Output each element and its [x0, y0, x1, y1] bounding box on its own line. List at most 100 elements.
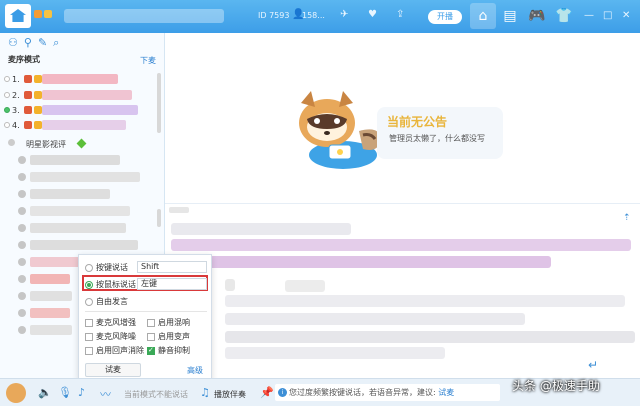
announcement-subtitle: 管理员太懒了，什么都没写: [389, 134, 485, 143]
radio-key-talk[interactable]: [85, 263, 93, 272]
go-live-button[interactable]: 开播: [428, 10, 462, 24]
announcement-title: 当前无公告: [387, 115, 448, 129]
chat-line-blurred: [225, 347, 445, 359]
music-note-icon[interactable]: ♪: [78, 386, 85, 399]
member-heart-icon: [18, 173, 26, 181]
member-heart-icon: [18, 224, 26, 232]
list-nav-icon[interactable]: ▤: [497, 3, 523, 29]
share-icon[interactable]: ⇪: [396, 9, 404, 20]
rank-badge-icon: [24, 121, 32, 129]
status-dot: [4, 92, 10, 98]
check-mic-denoise[interactable]: 麦克风降噪: [85, 331, 136, 342]
member-scrollbar[interactable]: [157, 209, 161, 227]
checkbox[interactable]: [85, 332, 93, 341]
pin-icon: 📌: [260, 386, 274, 399]
rank-badge-icon: [24, 91, 32, 99]
radio-mouse-talk[interactable]: [85, 280, 93, 289]
member-row-blurred[interactable]: [30, 189, 110, 199]
plane-icon[interactable]: ✈: [340, 9, 348, 20]
popup-divider: [85, 311, 207, 312]
advanced-link[interactable]: 高级: [187, 365, 203, 376]
option-key-talk[interactable]: 按键说话: [85, 262, 128, 273]
key-talk-field[interactable]: Shift: [137, 261, 207, 273]
radio-free-talk[interactable]: [85, 297, 93, 306]
checkbox-label: 麦克风降噪: [96, 332, 136, 341]
member-row-blurred[interactable]: [30, 325, 72, 335]
queue-scrollbar[interactable]: [157, 73, 161, 133]
edit-icon[interactable]: ✎: [38, 36, 47, 50]
check-mute-suppress[interactable]: 静音抑制: [147, 345, 190, 356]
leave-mic-link[interactable]: 下麦: [140, 55, 156, 66]
crown-icon: [34, 91, 42, 99]
checkbox[interactable]: [147, 332, 155, 341]
send-icon[interactable]: ↵: [588, 358, 598, 372]
option-mouse-talk[interactable]: 按鼠标说话: [85, 279, 136, 290]
raccoon-mascot-icon: [299, 91, 381, 169]
check-echo-cancel[interactable]: 启用回声消除: [85, 345, 144, 356]
member-heart-icon: [18, 156, 26, 164]
member-row-blurred[interactable]: [30, 240, 138, 250]
checkbox-label: 启用回声消除: [96, 346, 144, 355]
close-icon[interactable]: ✕: [622, 10, 630, 21]
test-mic-button[interactable]: 试麦: [85, 363, 141, 377]
queue-item[interactable]: 1.: [4, 73, 42, 85]
check-reverb[interactable]: 启用混响: [147, 317, 190, 328]
checkbox-label: 静音抑制: [158, 346, 190, 355]
wave-icon: 〰: [100, 388, 111, 401]
group-toggle-icon[interactable]: [8, 139, 15, 146]
location-icon[interactable]: ⚲: [24, 36, 32, 50]
app-logo-icon[interactable]: [5, 4, 31, 28]
watermark-text: 头条 @极速手助: [512, 379, 600, 393]
info-icon: i: [278, 388, 287, 397]
queue-item[interactable]: 4.: [4, 119, 42, 131]
checkbox[interactable]: [85, 346, 93, 355]
chat-line-blurred: [171, 256, 551, 268]
member-row-blurred[interactable]: [30, 206, 130, 216]
status-dot: [4, 107, 10, 113]
queue-item[interactable]: 3.: [4, 104, 42, 116]
user-name-blurred: [42, 74, 118, 84]
checkbox[interactable]: [147, 318, 155, 327]
home-nav-icon[interactable]: ⌂: [470, 3, 496, 29]
vip-badge-icon: [44, 10, 52, 18]
user-avatar[interactable]: [6, 383, 26, 403]
check-mic-boost[interactable]: 麦克风增强: [85, 317, 136, 328]
status-dot: [4, 122, 10, 128]
user-name-blurred: [42, 105, 138, 115]
option-key-talk-label: 按键说话: [96, 263, 128, 272]
accompany-icon[interactable]: ♫: [200, 386, 210, 399]
crown-icon: [34, 106, 42, 114]
people-icon[interactable]: ⚇: [8, 36, 18, 50]
member-heart-icon: [18, 275, 26, 283]
maximize-icon[interactable]: □: [603, 10, 612, 21]
member-row-blurred[interactable]: [30, 223, 126, 233]
game-nav-icon[interactable]: 🎮: [524, 3, 550, 29]
member-row-blurred[interactable]: [30, 172, 140, 182]
search-icon[interactable]: ⌕: [53, 36, 59, 50]
member-row-blurred[interactable]: [30, 291, 72, 301]
volume-icon[interactable]: 🔈: [38, 386, 52, 399]
option-free-talk[interactable]: 自由发言: [85, 296, 128, 307]
shirt-nav-icon[interactable]: 👕: [551, 3, 577, 29]
chat-line-blurred: [171, 239, 631, 251]
scroll-up-icon[interactable]: ⇡: [623, 213, 631, 223]
checkbox-label: 启用变声: [158, 332, 190, 341]
checkbox[interactable]: [147, 346, 155, 355]
status-dot: [4, 76, 10, 82]
check-voice-change[interactable]: 启用变声: [147, 331, 190, 342]
member-row-blurred[interactable]: [30, 155, 120, 165]
microphone-icon[interactable]: 🎙: [58, 386, 72, 399]
accompany-label[interactable]: 播放伴奏: [214, 389, 246, 400]
minimize-icon[interactable]: —: [584, 10, 594, 21]
chat-line-blurred: [225, 313, 525, 325]
checkbox[interactable]: [85, 318, 93, 327]
member-heart-icon: [18, 258, 26, 266]
mouse-talk-field[interactable]: 左键: [137, 278, 207, 290]
notice-test-mic-link[interactable]: 试麦: [438, 388, 454, 397]
member-row-blurred[interactable]: [30, 308, 70, 318]
channel-group-name: 明星影视评: [26, 140, 66, 149]
voice-settings-popup: 按键说话 Shift 按鼠标说话 左键 自由发言 麦克风增强 启用混响 麦克风降…: [78, 254, 212, 380]
queue-item[interactable]: 2.: [4, 89, 42, 101]
favorite-heart-icon[interactable]: ♥: [368, 9, 377, 20]
member-row-blurred[interactable]: [30, 274, 70, 284]
